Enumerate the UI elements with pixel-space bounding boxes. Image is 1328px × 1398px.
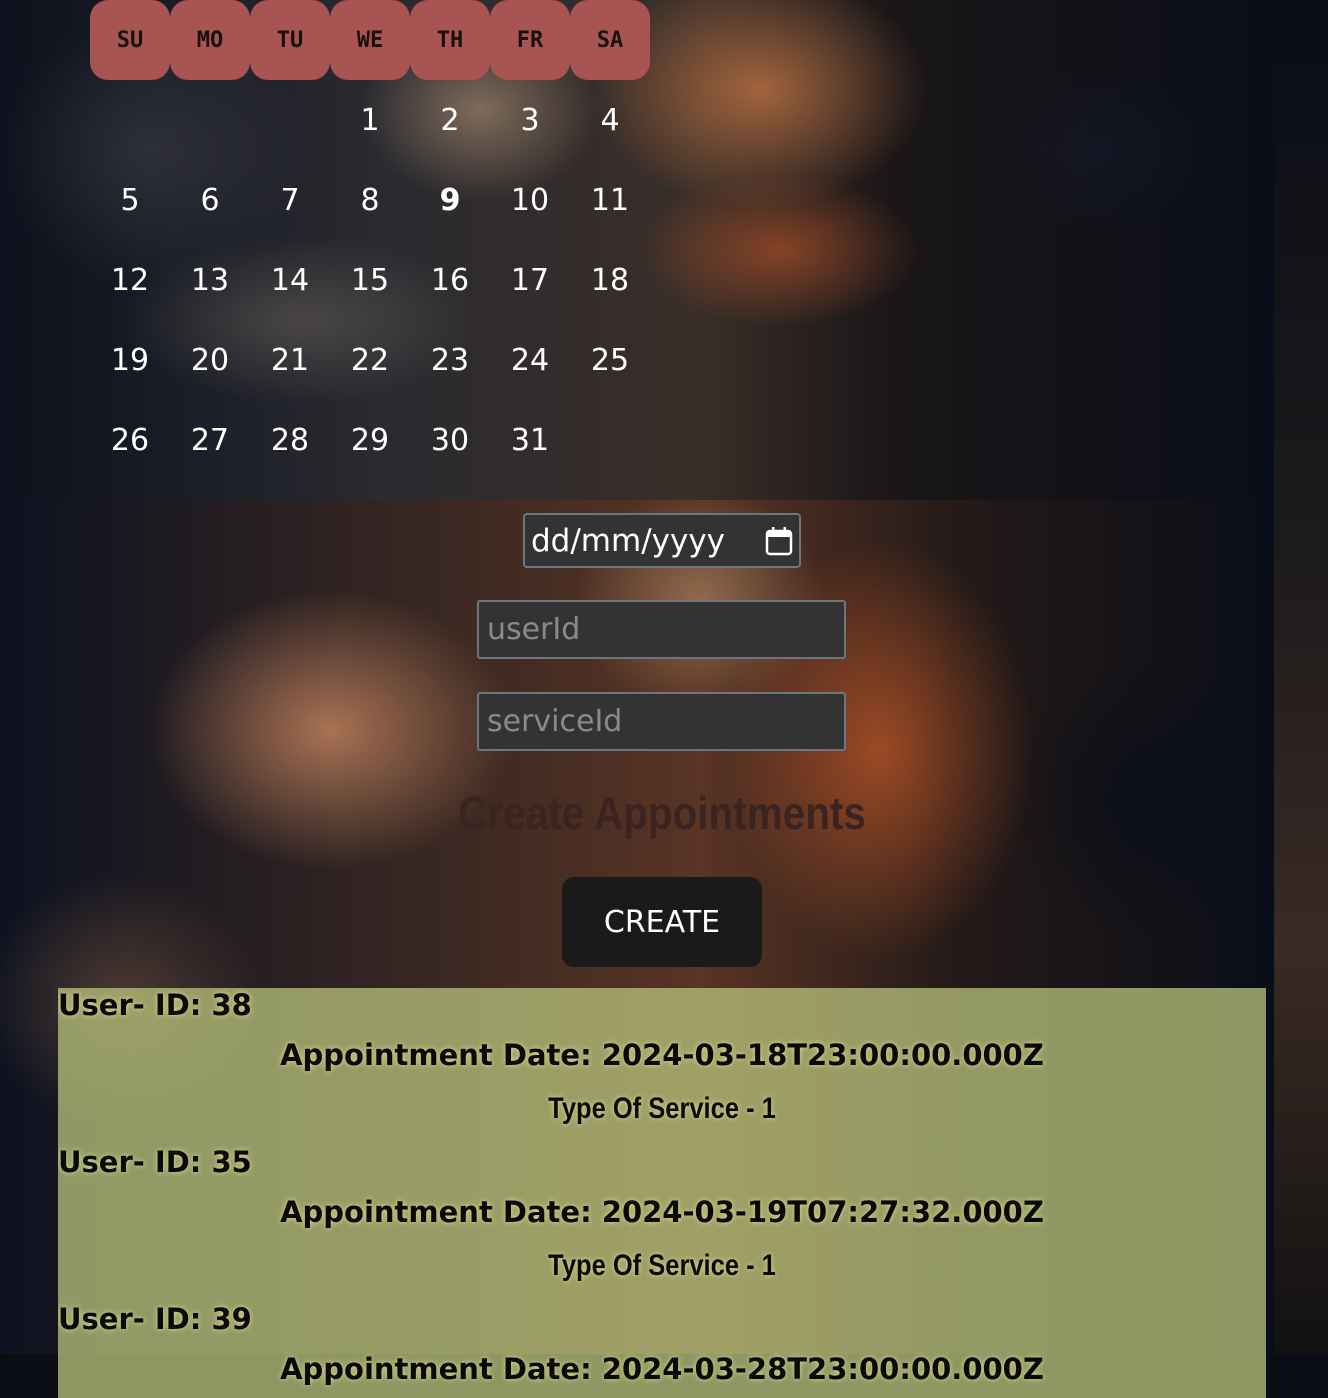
appointment-date: Appointment Date: 2024-03-18T23:00:00.00…: [280, 1038, 1044, 1072]
appointment-service: Type Of Service - 1: [548, 1092, 776, 1125]
calendar-day[interactable]: 24: [490, 320, 570, 400]
calendar-day[interactable]: 18: [570, 240, 650, 320]
user-id-input[interactable]: [477, 600, 846, 659]
calendar-day[interactable]: 23: [410, 320, 490, 400]
weekday-label: SA: [570, 0, 650, 80]
service-id-input[interactable]: [477, 692, 846, 751]
calendar-empty-cell: [170, 80, 250, 160]
calendar-day[interactable]: 8: [330, 160, 410, 240]
calendar-weekday-header: SU MO TU WE TH FR SA: [90, 0, 650, 80]
calendar-icon[interactable]: [765, 526, 793, 556]
calendar-day[interactable]: 27: [170, 400, 250, 480]
calendar-day[interactable]: 25: [570, 320, 650, 400]
date-input[interactable]: dd/mm/yyyy: [523, 513, 801, 568]
calendar-day[interactable]: 6: [170, 160, 250, 240]
calendar-day[interactable]: 16: [410, 240, 490, 320]
appointment-user-id: User- ID: 35: [58, 1145, 252, 1179]
background-image-edge: [1274, 0, 1328, 1354]
calendar-day[interactable]: 17: [490, 240, 570, 320]
calendar-day[interactable]: 30: [410, 400, 490, 480]
calendar-day[interactable]: 13: [170, 240, 250, 320]
form-title: Create Appointments: [458, 787, 866, 839]
appointment-item: User- ID: 38 Appointment Date: 2024-03-1…: [58, 988, 1266, 1145]
create-button[interactable]: CREATE: [562, 877, 762, 967]
calendar-day[interactable]: 15: [330, 240, 410, 320]
calendar-day[interactable]: 28: [250, 400, 330, 480]
calendar-day[interactable]: 9: [410, 160, 490, 240]
date-input-value: dd/mm/yyyy: [531, 522, 726, 559]
calendar-day[interactable]: 3: [490, 80, 570, 160]
calendar-day-grid: 1 2 3 4 5 6 7 8 9 10 11 12 13 14 15 16 17 18 19 20 21 22 23 24 2…: [90, 80, 650, 480]
weekday-label: FR: [490, 0, 570, 80]
weekday-label: TH: [410, 0, 490, 80]
appointment-service: Type Of Service - 1: [548, 1249, 776, 1282]
calendar-day[interactable]: 1: [330, 80, 410, 160]
calendar-day[interactable]: 20: [170, 320, 250, 400]
page: SU MO TU WE TH FR SA 1 2 3 4 5 6 7 8 9 10 11 12 13 14…: [0, 0, 1328, 1398]
appointment-date: Appointment Date: 2024-03-19T07:27:32.00…: [280, 1195, 1044, 1229]
calendar-day[interactable]: 31: [490, 400, 570, 480]
appointments-list: User- ID: 38 Appointment Date: 2024-03-1…: [58, 988, 1266, 1398]
calendar-day[interactable]: 19: [90, 320, 170, 400]
calendar-day[interactable]: 29: [330, 400, 410, 480]
appointment-date: Appointment Date: 2024-03-28T23:00:00.00…: [280, 1352, 1044, 1386]
calendar-day[interactable]: 22: [330, 320, 410, 400]
calendar-day[interactable]: 11: [570, 160, 650, 240]
appointment-item: User- ID: 39 Appointment Date: 2024-03-2…: [58, 1302, 1266, 1398]
appointment-user-id: User- ID: 39: [58, 1302, 252, 1336]
weekday-label: MO: [170, 0, 250, 80]
appointment-item: User- ID: 35 Appointment Date: 2024-03-1…: [58, 1145, 1266, 1302]
calendar: SU MO TU WE TH FR SA 1 2 3 4 5 6 7 8 9 10 11 12 13 14…: [90, 0, 650, 480]
appointment-user-id: User- ID: 38: [58, 988, 252, 1022]
calendar-day[interactable]: 2: [410, 80, 490, 160]
calendar-day[interactable]: 10: [490, 160, 570, 240]
calendar-day[interactable]: 12: [90, 240, 170, 320]
calendar-day[interactable]: 4: [570, 80, 650, 160]
calendar-day[interactable]: 5: [90, 160, 170, 240]
calendar-day[interactable]: 14: [250, 240, 330, 320]
weekday-label: WE: [330, 0, 410, 80]
calendar-day[interactable]: 21: [250, 320, 330, 400]
calendar-day[interactable]: 7: [250, 160, 330, 240]
calendar-empty-cell: [250, 80, 330, 160]
weekday-label: TU: [250, 0, 330, 80]
calendar-empty-cell: [90, 80, 170, 160]
calendar-day[interactable]: 26: [90, 400, 170, 480]
weekday-label: SU: [90, 0, 170, 80]
